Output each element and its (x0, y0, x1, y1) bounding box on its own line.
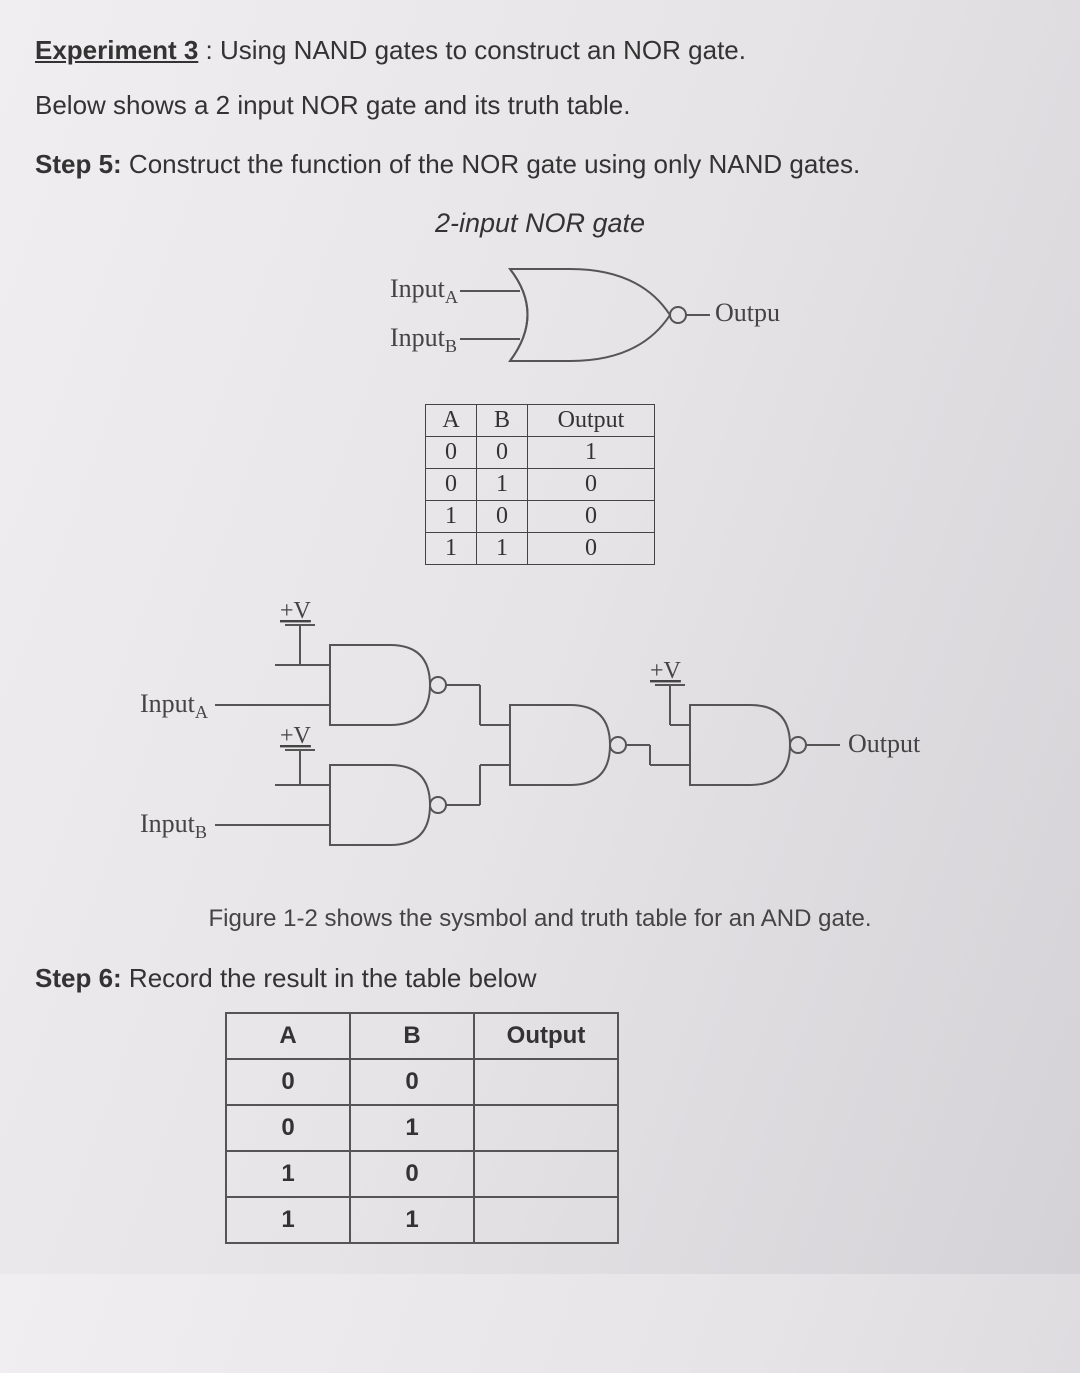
diagram2-output: Output (848, 729, 921, 758)
diagram2-inputB: Input (140, 809, 196, 838)
res-th-Out: Output (474, 1013, 618, 1059)
plusV-label-1: +V (280, 598, 312, 624)
table-row: 100 (426, 500, 655, 532)
result-table: A B Output 00 01 10 11 (225, 1012, 619, 1244)
step6-label: Step 6: (35, 963, 122, 993)
svg-text:InputA: InputA (140, 689, 208, 722)
experiment-heading: Experiment 3 : Using NAND gates to const… (35, 30, 1045, 72)
diagram2-inputB-sub: B (195, 822, 207, 842)
plusV-label-3: +V (650, 658, 682, 684)
output-label: Output (715, 298, 780, 327)
plusV-label-2: +V (280, 723, 312, 749)
reference-truth-table: A B Output 001 010 100 110 (425, 404, 655, 565)
table-row: 001 (426, 436, 655, 468)
svg-text:InputA: InputA (390, 274, 458, 307)
table-row: 10 (226, 1151, 618, 1197)
svg-text:InputB: InputB (390, 323, 457, 356)
nor-gate-diagram: InputA InputB Output (35, 249, 1045, 379)
step6-text: Record the result in the table below (129, 963, 537, 993)
table-row: 010 (426, 468, 655, 500)
diagram2-inputA: Input (140, 689, 196, 718)
step5-label: Step 5: (35, 149, 122, 179)
ref-th-A: A (426, 404, 477, 436)
ref-th-Out: Output (528, 404, 655, 436)
table-row: 00 (226, 1059, 618, 1105)
diagram2-inputA-sub: A (195, 702, 208, 722)
step5-text: Construct the function of the NOR gate u… (129, 149, 860, 179)
experiment-title: Experiment 3 (35, 35, 198, 65)
svg-text:InputB: InputB (140, 809, 207, 842)
inputB-sub: B (445, 336, 457, 356)
table-row: 11 (226, 1197, 618, 1243)
ref-th-B: B (477, 404, 528, 436)
figure-caption: Figure 1-2 shows the sysmbol and truth t… (35, 905, 1045, 933)
inputB-label: Input (390, 323, 446, 352)
experiment-subtitle: : Using NAND gates to construct an NOR g… (206, 35, 746, 65)
step6-line: Step 6: Record the result in the table b… (35, 963, 1045, 994)
nand-construction-diagram: +V +V +V InputA InputB Output (35, 590, 1045, 890)
intro-text: Below shows a 2 input NOR gate and its t… (35, 90, 1045, 121)
table-row: 110 (426, 532, 655, 564)
figure-title: 2-input NOR gate (35, 208, 1045, 239)
table-row: 01 (226, 1105, 618, 1151)
res-th-A: A (226, 1013, 350, 1059)
inputA-sub: A (445, 287, 458, 307)
inputA-label: Input (390, 274, 446, 303)
res-th-B: B (350, 1013, 474, 1059)
step5-line: Step 5: Construct the function of the NO… (35, 149, 1045, 180)
